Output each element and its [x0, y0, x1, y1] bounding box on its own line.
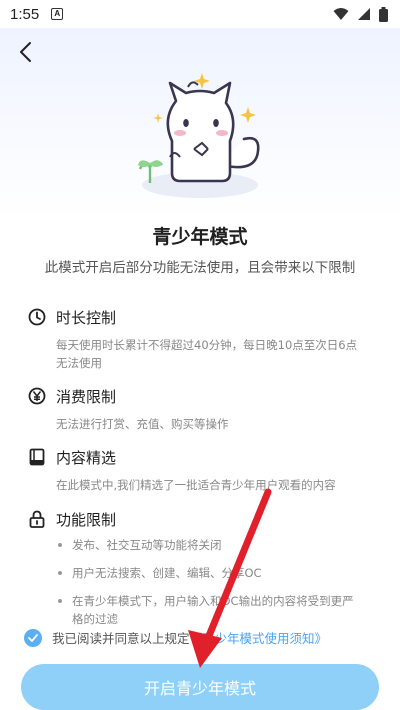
signal-icon: [358, 8, 370, 20]
section-title: 消费限制: [56, 387, 117, 406]
battery-icon: [379, 6, 388, 22]
yen-icon: [28, 387, 46, 405]
page-title: 青少年模式: [152, 226, 248, 248]
lock-icon: [29, 510, 45, 528]
section-description: 每天使用时长累计不得超过40分钟，每日晚10点至次日6点 无法使用: [56, 338, 358, 370]
book-icon: [29, 448, 45, 466]
section-description: 无法进行打赏、充值、购买等操作: [56, 417, 229, 431]
section-content-selection: 内容精选 在此模式中,我们精选了一批适合青少年用户观看的内容: [28, 446, 378, 494]
list-item: 在青少年模式下，用户输入和OC输出的内容将受到更严 格的过滤: [56, 592, 378, 628]
section-spending-limit: 消费限制 无法进行打赏、充值、购买等操作: [28, 385, 378, 433]
status-time: 1:55: [10, 5, 40, 23]
agreement-text: 我已阅读并同意以上规定: [52, 631, 190, 646]
back-button[interactable]: [14, 40, 38, 64]
clock-icon: [28, 308, 46, 326]
status-bar: 1:55 A: [0, 0, 400, 28]
notification-a-icon: A: [51, 8, 64, 20]
agree-checkbox[interactable]: [24, 628, 42, 647]
agreement-row: 我已阅读并同意以上规定 《青少年模式使用须知》: [24, 628, 327, 647]
list-item: 发布、社交互动等功能将关闭: [56, 536, 378, 554]
section-feature-limit: 功能限制 发布、社交互动等功能将关闭 用户无法搜索、创建、编辑、分享OC 在青少…: [28, 508, 378, 628]
wifi-icon: [333, 8, 349, 20]
section-description: 在此模式中,我们精选了一批适合青少年用户观看的内容: [56, 478, 336, 492]
list-item: 用户无法搜索、创建、编辑、分享OC: [56, 564, 378, 582]
section-title: 功能限制: [56, 510, 117, 529]
agreement-link[interactable]: 《青少年模式使用须知》: [190, 628, 328, 647]
page-subtitle: 此模式开启后部分功能无法使用，且会带来以下限制: [44, 260, 356, 276]
section-title: 内容精选: [56, 448, 117, 467]
checkmark-icon: [28, 633, 38, 642]
section-time-limit: 时长控制 每天使用时长累计不得超过40分钟，每日晚10点至次日6点 无法使用: [28, 306, 378, 372]
mascot-cat-illustration: [138, 73, 260, 198]
feature-limit-list: 发布、社交互动等功能将关闭 用户无法搜索、创建、编辑、分享OC 在青少年模式下，…: [56, 536, 378, 628]
section-title: 时长控制: [56, 308, 117, 327]
back-chevron-icon: [20, 42, 31, 62]
enable-teen-mode-button[interactable]: 开启青少年模式: [21, 664, 379, 710]
